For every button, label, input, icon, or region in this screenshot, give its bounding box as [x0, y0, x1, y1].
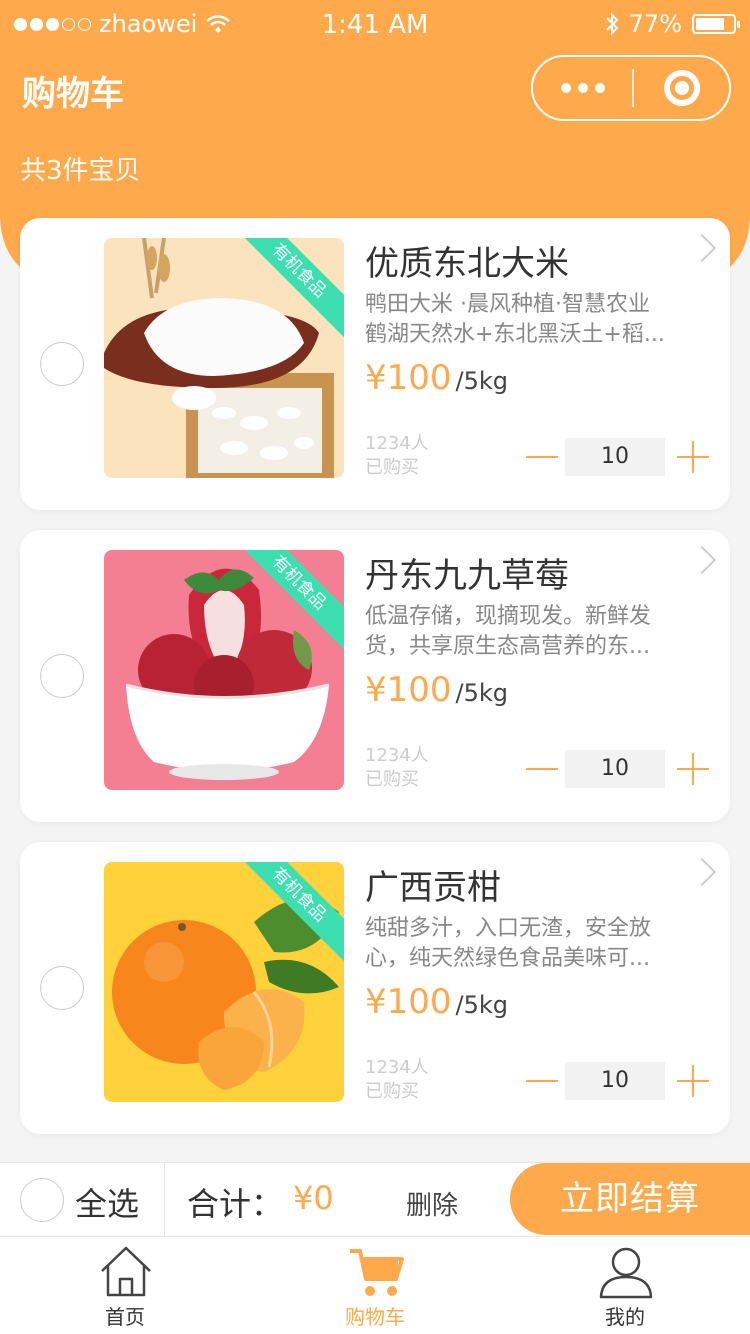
price-unit: /5kg [455, 679, 509, 707]
bluetooth-icon [605, 12, 619, 36]
product-name[interactable]: 丹东九九草莓 [365, 548, 569, 597]
cart-item-card[interactable]: 有机食品 广西贡柑 纯甜多汁，入口无渣，安全放 心，纯天然绿色食品美味可... … [20, 842, 730, 1134]
cart-icon [350, 1249, 404, 1296]
product-name[interactable]: 广西贡柑 [365, 860, 501, 909]
close-miniprogram-button[interactable] [634, 70, 729, 106]
increase-quantity-button[interactable] [677, 750, 711, 788]
decrease-quantity-button[interactable] [525, 750, 559, 788]
delete-button[interactable]: 删除 [406, 1185, 458, 1222]
sold-count: 1234人 已购买 [365, 745, 429, 790]
chevron-right-icon[interactable] [687, 233, 717, 263]
increase-quantity-button[interactable] [677, 1062, 711, 1100]
cart-item-card[interactable]: 有机食品 优质东北大米 鸭田大米 ·晨风种植·智慧农业 鹤湖天然水+东北黑沃土+… [20, 218, 730, 510]
tab-home[interactable]: 首页 [0, 1237, 250, 1334]
quantity-stepper: 10 [525, 1062, 711, 1100]
product-image[interactable]: 有机食品 [104, 238, 344, 478]
sold-count: 1234人 已购买 [365, 433, 429, 478]
page-title: 购物车 [22, 74, 124, 114]
decrease-quantity-button[interactable] [525, 1062, 559, 1100]
item-checkbox[interactable] [40, 342, 84, 386]
total-amount: ¥0 [293, 1179, 334, 1217]
price-unit: /5kg [455, 367, 509, 395]
product-description: 纯甜多汁，入口无渣，安全放 心，纯天然绿色食品美味可... [365, 916, 652, 971]
target-icon [663, 70, 700, 106]
cart-item-count: 共3件宝贝 [20, 156, 141, 186]
quantity-stepper: 10 [525, 750, 711, 788]
increase-quantity-button[interactable] [677, 438, 711, 476]
product-description: 鸭田大米 ·晨风种植·智慧农业 鹤湖天然水+东北黑沃土+稻... [365, 292, 665, 347]
quantity-stepper: 10 [525, 438, 711, 476]
sold-count: 1234人 已购买 [365, 1057, 429, 1102]
price-amount: ¥100 [365, 670, 452, 710]
tab-label: 我的 [605, 1305, 645, 1329]
checkout-button[interactable]: 立即结算 [510, 1163, 750, 1235]
product-image[interactable]: 有机食品 [104, 862, 344, 1102]
item-checkbox[interactable] [40, 966, 84, 1010]
battery-percent: 77% [628, 10, 682, 38]
status-bar: zhaowei 1:41 AM 77% [0, 0, 750, 50]
price-amount: ¥100 [365, 358, 452, 398]
checkout-bar: 全选 合计： ¥0 删除 立即结算 [0, 1162, 750, 1237]
battery-level [696, 18, 724, 30]
select-all-label[interactable]: 全选 [75, 1179, 139, 1225]
product-price: ¥100 /5kg [365, 670, 508, 710]
chevron-right-icon[interactable] [687, 545, 717, 575]
price-unit: /5kg [455, 991, 509, 1019]
item-checkbox[interactable] [40, 654, 84, 698]
cart-item-card[interactable]: 有机食品 丹东九九草莓 低温存储，现摘现发。新鲜发 货，共享原生态高营养的东..… [20, 530, 730, 822]
quantity-value[interactable]: 10 [565, 438, 665, 476]
home-icon [101, 1246, 151, 1297]
product-description: 低温存储，现摘现发。新鲜发 货，共享原生态高营养的东... [365, 604, 652, 659]
quantity-value[interactable]: 10 [565, 750, 665, 788]
select-all-checkbox[interactable] [20, 1178, 64, 1222]
tab-bar: 首页 购物车 我的 [0, 1236, 750, 1334]
chevron-right-icon[interactable] [687, 857, 717, 887]
battery-icon [692, 14, 740, 34]
tab-label: 购物车 [345, 1305, 405, 1329]
tab-label: 首页 [105, 1305, 145, 1329]
more-icon[interactable] [533, 83, 632, 93]
tab-profile[interactable]: 我的 [500, 1237, 750, 1334]
product-price: ¥100 /5kg [365, 358, 508, 398]
total-label: 合计： [187, 1185, 284, 1223]
miniprogram-capsule [531, 55, 731, 121]
product-name[interactable]: 优质东北大米 [365, 236, 569, 285]
quantity-value[interactable]: 10 [565, 1062, 665, 1100]
decrease-quantity-button[interactable] [525, 438, 559, 476]
product-price: ¥100 /5kg [365, 982, 508, 1022]
user-icon [599, 1247, 653, 1299]
price-amount: ¥100 [365, 982, 452, 1022]
product-image[interactable]: 有机食品 [104, 550, 344, 790]
tab-cart[interactable]: 购物车 [250, 1237, 500, 1334]
